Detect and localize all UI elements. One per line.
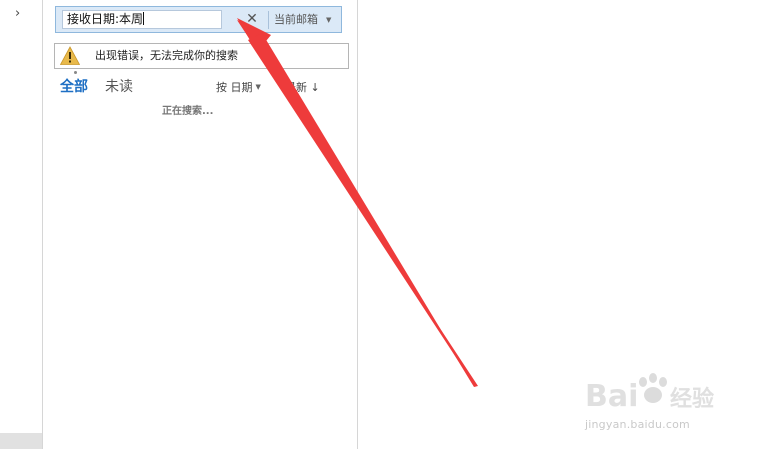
filter-indicator-dot xyxy=(74,71,77,74)
warning-icon xyxy=(60,46,80,65)
chevron-down-icon: ▼ xyxy=(326,16,332,24)
svg-text:Bai: Bai xyxy=(585,379,638,414)
search-bar: 接收日期:本周 ✕ 当前邮箱 ▼ xyxy=(55,6,342,33)
search-scope-divider xyxy=(268,11,269,29)
search-input[interactable]: 接收日期:本周 xyxy=(62,10,222,29)
search-scope-label: 当前邮箱 xyxy=(274,13,318,26)
clear-search-icon[interactable]: ✕ xyxy=(244,11,260,27)
baidu-watermark: Bai 经验 jingyan.baidu.com xyxy=(585,368,735,438)
svg-text:经验: 经验 xyxy=(670,386,714,412)
watermark-url: jingyan.baidu.com xyxy=(585,418,690,431)
filter-all-tab[interactable]: 全部 xyxy=(60,76,88,96)
sort-order-toggle[interactable]: 最新 ↓ xyxy=(285,79,320,95)
folder-pane: › xyxy=(0,0,43,449)
search-status-text: 正在搜索... xyxy=(162,106,214,117)
baidu-logo-icon: Bai 经验 xyxy=(585,373,714,414)
folder-pane-footer xyxy=(0,433,42,449)
sort-by-dropdown[interactable]: 按 日期 ▼ xyxy=(216,79,261,95)
chevron-down-icon: ▼ xyxy=(255,83,261,91)
search-query: 接收日期:本周 xyxy=(67,12,144,26)
search-error-message: 出现错误，无法完成你的搜索 xyxy=(95,49,238,62)
expand-folder-pane-icon[interactable]: › xyxy=(15,6,20,21)
filter-unread-tab[interactable]: 未读 xyxy=(105,76,133,96)
message-list-pane: 接收日期:本周 ✕ 当前邮箱 ▼ 出现错误，无法完成你的搜索 全部 未读 按 日期… xyxy=(43,0,358,449)
text-caret xyxy=(143,12,145,25)
sort-by-label: 按 日期 xyxy=(216,81,253,94)
search-error-bar: 出现错误，无法完成你的搜索 xyxy=(54,43,349,69)
search-scope-dropdown[interactable]: 当前邮箱 ▼ xyxy=(274,12,331,28)
